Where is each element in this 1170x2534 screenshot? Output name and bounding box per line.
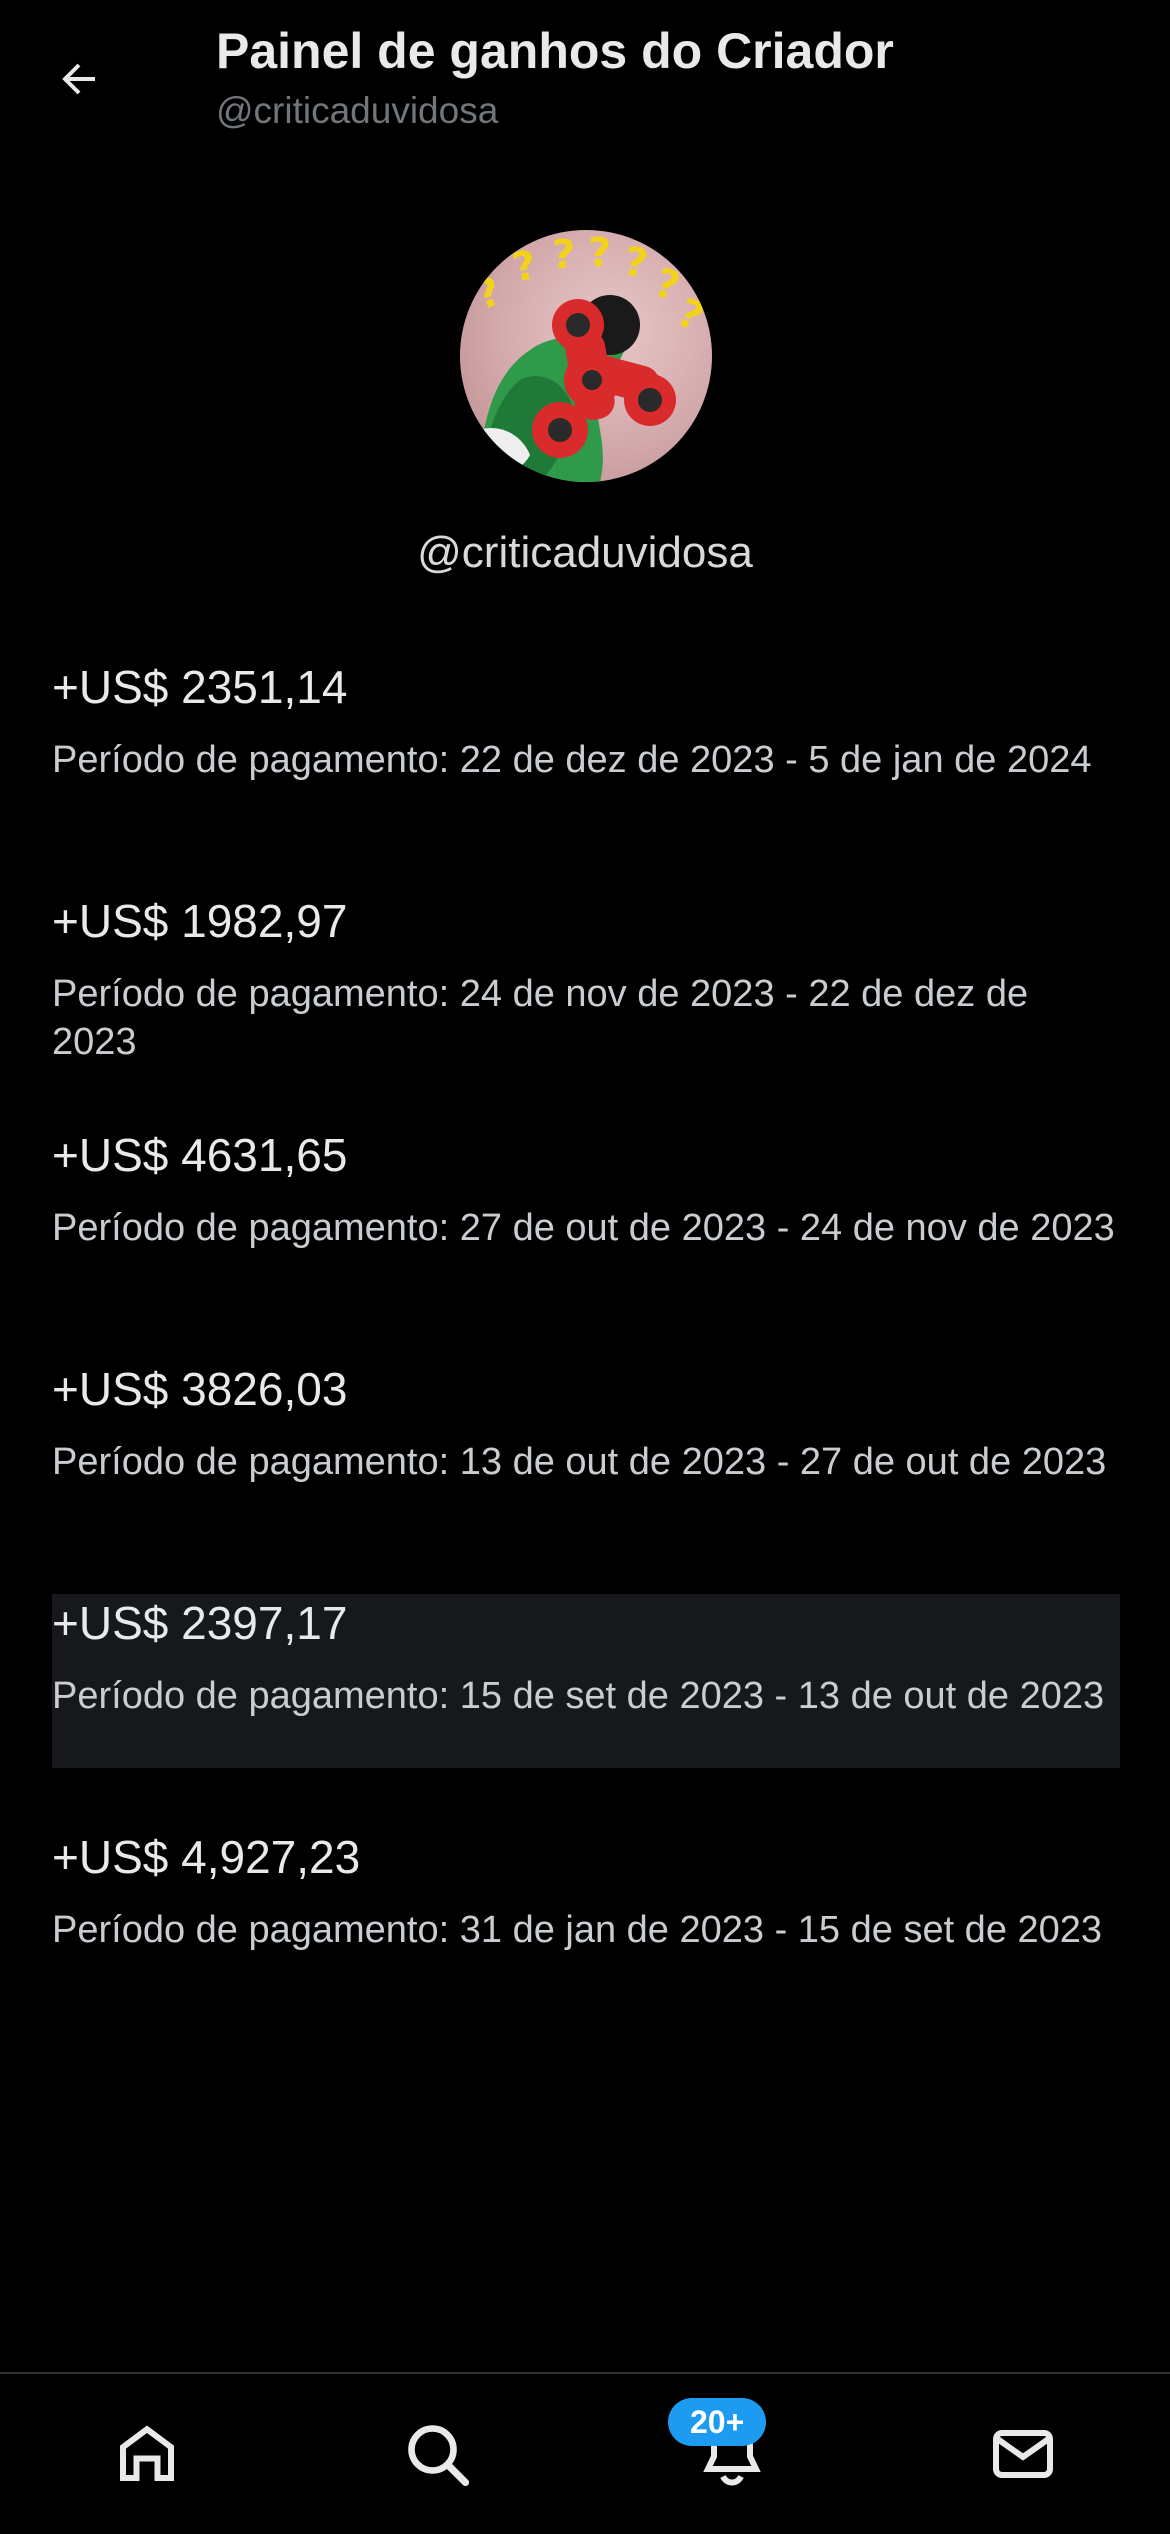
payout-amount: +US$ 4,927,23: [52, 1831, 361, 1883]
payout-amount: +US$ 4631,65: [52, 1129, 348, 1181]
svg-text:?: ?: [470, 268, 508, 319]
payout-amount: +US$ 3826,03: [52, 1363, 348, 1415]
nav-home[interactable]: [107, 2414, 187, 2494]
payout-item[interactable]: +US$ 1982,97 Período de pagamento: 24 de…: [52, 886, 1120, 1120]
payout-period: Período de pagamento: 22 de dez de 2023 …: [52, 739, 1092, 781]
svg-text:?: ?: [552, 232, 575, 278]
bottom-nav: [0, 2372, 1170, 2534]
payout-list: +US$ 2351,14 Período de pagamento: 22 de…: [52, 652, 1120, 2056]
nav-messages[interactable]: [983, 2414, 1063, 2494]
payout-item[interactable]: +US$ 3826,03 Período de pagamento: 13 de…: [52, 1354, 1120, 1588]
payout-period: Período de pagamento: 13 de out de 2023 …: [52, 1441, 1107, 1483]
payout-period: Período de pagamento: 15 de set de 2023 …: [52, 1675, 1105, 1717]
payout-item[interactable]: +US$ 4,927,23 Período de pagamento: 31 d…: [52, 1822, 1120, 2056]
payout-item[interactable]: +US$ 4631,65 Período de pagamento: 27 de…: [52, 1120, 1120, 1354]
arrow-left-icon: [62, 63, 95, 95]
search-icon: [408, 2425, 470, 2487]
svg-text:?: ?: [588, 230, 611, 276]
svg-text:?: ?: [670, 290, 711, 342]
mail-icon: [993, 2430, 1053, 2478]
svg-text:?: ?: [509, 242, 541, 292]
svg-text:?: ?: [649, 260, 685, 311]
avatar[interactable]: ? ? ? ? ? ? ?: [460, 230, 712, 482]
page-subtitle-handle: @criticaduvidosa: [216, 90, 499, 131]
payout-period: Período de pagamento: 24 de nov de 2023 …: [52, 973, 1029, 1063]
payout-item[interactable]: +US$ 2351,14 Período de pagamento: 22 de…: [52, 652, 1120, 886]
page-title: Painel de ganhos do Criador: [216, 23, 894, 79]
payout-item-highlighted[interactable]: +US$ 2397,17 Período de pagamento: 15 de…: [52, 1588, 1120, 1822]
payout-amount: +US$ 1982,97: [52, 895, 348, 947]
back-button[interactable]: [44, 44, 114, 114]
notifications-badge: 20+: [668, 2398, 767, 2446]
payout-period: Período de pagamento: 27 de out de 2023 …: [52, 1207, 1115, 1249]
home-icon: [120, 2425, 174, 2481]
payout-amount: +US$ 2351,14: [52, 661, 348, 713]
payout-period: Período de pagamento: 31 de jan de 2023 …: [52, 1909, 1103, 1951]
nav-search[interactable]: [397, 2414, 477, 2494]
top-bar: Painel de ganhos do Criador @criticaduvi…: [0, 0, 1170, 160]
payout-amount: +US$ 2397,17: [52, 1597, 348, 1649]
profile-handle: @criticaduvidosa: [417, 528, 753, 577]
svg-text:?: ?: [620, 239, 651, 288]
